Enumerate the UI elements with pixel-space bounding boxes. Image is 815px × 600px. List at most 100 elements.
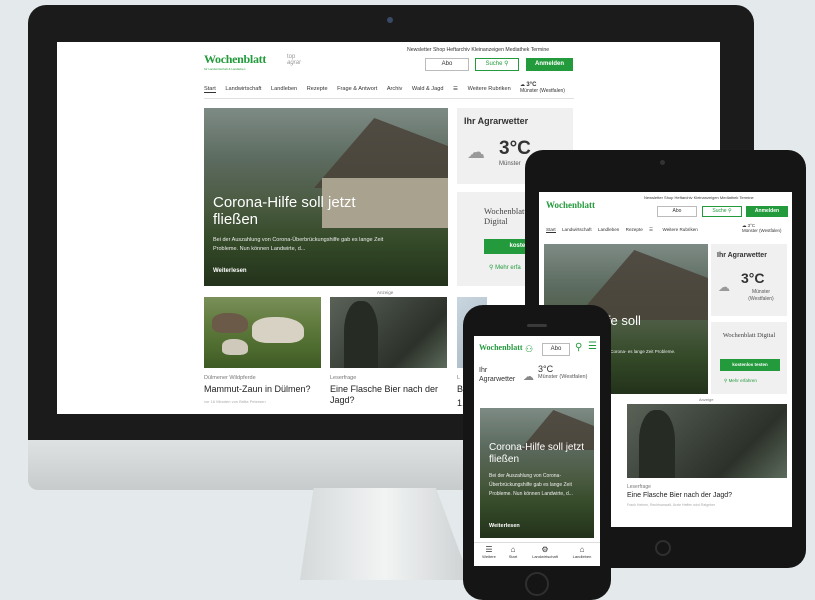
nav-item[interactable]: Landleben (271, 86, 297, 92)
tablet-search-label: Suche (712, 208, 727, 214)
menu-icon[interactable]: ☰ (453, 86, 458, 92)
login-button[interactable]: Anmelden (526, 58, 573, 71)
top-link[interactable]: Mediathek (720, 195, 738, 200)
tab-landleben[interactable]: ⌂ Landleben (566, 545, 598, 559)
horse-shape (222, 339, 248, 355)
phone-abo-button[interactable]: Abo (542, 343, 570, 356)
nav-item[interactable]: Wald & Jagd (412, 86, 444, 92)
tablet-card-meta: Frank Heinen, Rechtsanwalt, Ärzte Heffen… (627, 503, 716, 507)
tab-weitere[interactable]: ☰ Weitere (476, 545, 502, 559)
top-link[interactable]: Newsletter (644, 195, 663, 200)
horse-shape (252, 317, 304, 343)
hunter-shape (344, 301, 378, 368)
hero-read-more[interactable]: Weiterlesen (213, 268, 247, 274)
top-link[interactable]: Heftarchiv (447, 47, 470, 53)
tablet-digital-test-button[interactable]: kostenlos testen (720, 359, 780, 371)
top-link[interactable]: Heftarchiv (675, 195, 693, 200)
tab-landwirtschaft[interactable]: ⚙ Landwirtschaft (524, 545, 566, 559)
tablet-card-title[interactable]: Eine Flasche Bier nach der Jagd? (627, 492, 732, 499)
header-weather[interactable]: ☁ 3°C Münster (Westfalen) (520, 82, 565, 94)
tablet-search-button[interactable]: Suche ⚲ (702, 206, 742, 217)
top-link[interactable]: Newsletter (407, 47, 432, 53)
home-icon: ⌂ (510, 545, 516, 554)
phone-screen: Wochenblatt ⚇ Abo ⚲ ☰ Ihr Agrarwetter ☁ … (474, 336, 600, 566)
nav-more[interactable]: Weitere Rubriken (662, 227, 697, 232)
tablet-agrarwetter-place: Münster (Westfalen) (748, 289, 774, 302)
tab-start[interactable]: ⌂ Start (502, 545, 524, 559)
phone-logo[interactable]: Wochenblatt (479, 343, 523, 352)
agrarwetter-temp: 3°C (499, 138, 531, 159)
phone-weather-label: Ihr Agrarwetter (479, 367, 516, 383)
partner-logo[interactable]: top agrar (287, 54, 301, 66)
nav-item[interactable]: Archiv (387, 86, 403, 92)
card1-title[interactable]: Mammut-Zaun in Dülmen? (204, 384, 311, 394)
nav-item-start[interactable]: Start (546, 227, 556, 233)
search-icon: ⚲ (504, 61, 509, 67)
top-link[interactable]: Shop (664, 195, 673, 200)
nav-item[interactable]: Frage & Antwort (337, 86, 377, 92)
top-link[interactable]: Termine (531, 47, 549, 53)
partner-logo-bottom: agrar (287, 60, 302, 66)
phone-hero-text: Bei der Auszahlung von Corona-Überbrücku… (489, 473, 573, 497)
nav-item[interactable]: Landleben (598, 227, 619, 232)
digital-more-link[interactable]: ⚲ Mehr erfa (489, 264, 521, 271)
card1-kicker: Dülmener Wildpferde (204, 375, 256, 381)
card1-meta: vor 16 Minuten von Britta Petersen (204, 399, 266, 404)
nav-divider (204, 98, 574, 99)
card2-title[interactable]: Eine Flasche Bier nach der Jagd? (330, 384, 440, 406)
search-icon[interactable]: ⚲ (575, 342, 582, 353)
tractor-icon: ⚙ (541, 545, 549, 554)
nav-item[interactable]: Landwirtschaft (562, 227, 592, 232)
tablet-digital-more-link[interactable]: ⚲ Mehr erfahren (724, 378, 757, 384)
cloud-sun-icon: ☁ (467, 142, 485, 162)
monitor-stand (300, 488, 470, 580)
tablet-abo-button[interactable]: Abo (657, 206, 697, 217)
site-logo[interactable]: Wochenblatt (204, 52, 266, 67)
tablet-logo[interactable]: Wochenblatt (546, 200, 595, 210)
top-link[interactable]: Mediathek (505, 47, 529, 53)
top-link[interactable]: Kleinanzeigen (471, 47, 504, 53)
nav-item-start[interactable]: Start (204, 86, 216, 93)
tablet-agrarwetter-title: Ihr Agrarwetter (717, 252, 767, 259)
top-link[interactable]: Kleinanzeigen (694, 195, 719, 200)
nav-item[interactable]: Rezepte (307, 86, 328, 92)
phone-home-button[interactable] (525, 572, 549, 596)
tab-label: Landleben (572, 554, 592, 559)
phone-hero-read-more[interactable]: Weiterlesen (489, 523, 520, 529)
digital-more-label: Mehr erfa (495, 265, 521, 271)
card-image-hunter[interactable] (330, 297, 447, 368)
card3-kicker: L (457, 375, 461, 381)
top-link[interactable]: Shop (433, 47, 445, 53)
agrarwetter-place: Münster (499, 161, 521, 167)
nav-item[interactable]: Landwirtschaft (225, 86, 261, 92)
tablet-agrarwetter-box[interactable]: Ihr Agrarwetter ☁ 3°C Münster (Westfalen… (711, 244, 787, 316)
user-icon[interactable]: ⚇ (525, 344, 533, 355)
card-image-horses[interactable] (204, 297, 321, 368)
tablet-login-label: Anmelden (754, 208, 780, 214)
tablet-card-image[interactable] (627, 404, 787, 478)
tablet-camera (660, 160, 665, 165)
menu-icon: ☰ (485, 545, 493, 554)
tablet-digital-more-label: Mehr erfahren (728, 378, 757, 383)
main-nav: Start Landwirtschaft Landleben Rezepte F… (204, 86, 519, 93)
tablet-digital-box[interactable]: Wochenblatt Digital kostenlos testen ⚲ M… (711, 322, 787, 394)
search-label: Suche (485, 61, 503, 67)
hero-teaser[interactable]: Corona-Hilfe soll jetzt fließen Bei der … (204, 108, 448, 286)
cloud-sun-icon: ☁ (523, 371, 534, 383)
hero-text: Bei der Auszahlung von Corona-Überbrücku… (213, 237, 384, 252)
phone-hero[interactable]: Corona-Hilfe soll jetzt fließen Bei der … (480, 408, 594, 538)
menu-icon[interactable]: ☰ (588, 341, 597, 352)
tablet-header-weather[interactable]: ☁ 3°C Münster (Westfalen) (742, 223, 781, 233)
tablet-login-button[interactable]: Anmelden (746, 206, 788, 217)
tab-label: Landwirtschaft (532, 554, 558, 559)
monitor-camera (387, 17, 393, 23)
nav-more[interactable]: Weitere Rubriken (468, 86, 511, 92)
top-link[interactable]: Termine (739, 195, 753, 200)
cloud-sun-icon: ☁ (718, 280, 730, 294)
search-button[interactable]: Suche ⚲ (475, 58, 519, 71)
tablet-home-button[interactable] (655, 540, 671, 556)
tablet-header-weather-place: Münster (Westfalen) (742, 228, 782, 233)
menu-icon[interactable]: ☰ (649, 227, 653, 233)
abo-button[interactable]: Abo (425, 58, 469, 71)
nav-item[interactable]: Rezepte (626, 227, 643, 232)
